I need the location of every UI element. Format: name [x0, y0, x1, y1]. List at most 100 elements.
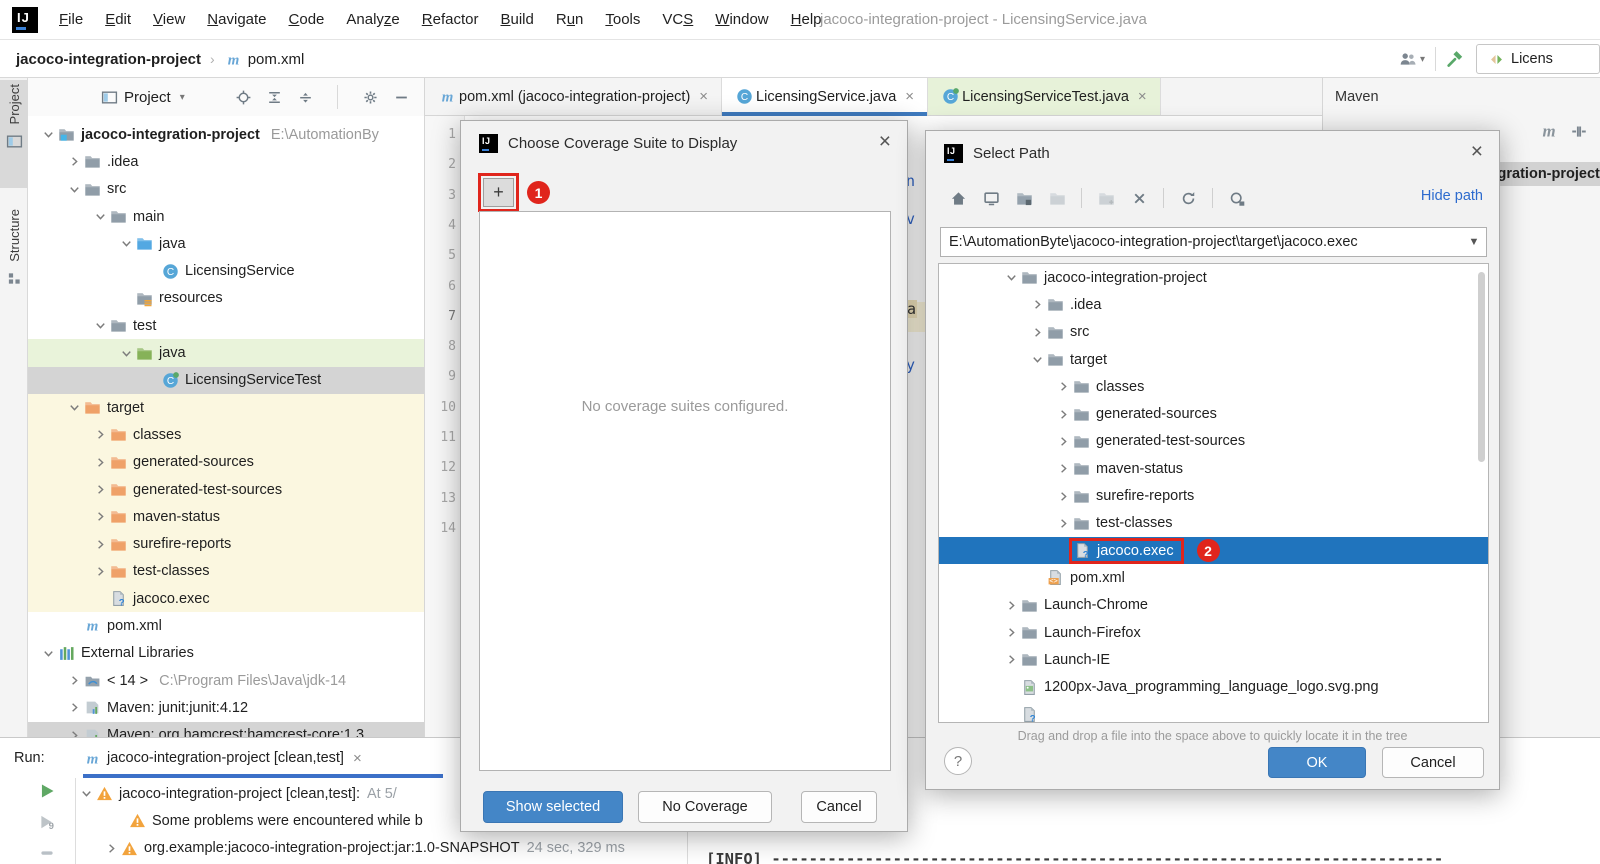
editor-tab[interactable]: m pom.xml (jacoco-integration-project) × [425, 78, 723, 115]
menu-item-edit[interactable]: Edit [94, 0, 142, 40]
locate-icon[interactable] [234, 88, 252, 106]
tree-row[interactable]: Launch-Chrome [939, 592, 1488, 619]
tree-row[interactable]: ? jacoco.exec [28, 585, 424, 613]
chevron-open-icon[interactable] [66, 400, 83, 415]
tree-row[interactable]: test-classes [28, 557, 424, 586]
tree-row[interactable]: src [28, 176, 424, 203]
maven-m-icon[interactable]: m [1540, 122, 1558, 141]
close-icon[interactable]: × [1138, 88, 1147, 105]
chevron-closed-icon[interactable] [1003, 652, 1020, 667]
tree-row[interactable]: Maven: junit:junit:4.12 [28, 694, 424, 721]
path-input[interactable] [941, 234, 1462, 250]
tree-row[interactable]: src [939, 319, 1488, 346]
chevron-open-icon[interactable] [66, 182, 83, 197]
run-tree-row[interactable]: org.example:jacoco-integration-project:j… [78, 835, 625, 862]
run-tab[interactable]: m jacoco-integration-project [clean,test… [83, 738, 362, 778]
tree-row[interactable]: maven-status [28, 503, 424, 531]
tree-row[interactable]: < 14 > C:\Program Files\Java\jdk-14 [28, 667, 424, 694]
menu-item-build[interactable]: Build [489, 0, 544, 40]
tree-row[interactable]: main [28, 203, 424, 230]
chevron-closed-icon[interactable] [1029, 297, 1046, 312]
chevron-closed-icon[interactable] [1003, 598, 1020, 613]
chevron-closed-icon[interactable] [66, 700, 83, 715]
tree-row[interactable]: target [28, 393, 424, 422]
split-icon[interactable] [1570, 122, 1588, 140]
hide-icon[interactable] [392, 88, 410, 106]
chevron-closed-icon[interactable] [92, 455, 109, 470]
tree-row[interactable]: ? jacoco.exec 2 [939, 536, 1488, 565]
breadcrumb-project[interactable]: jacoco-integration-project [16, 51, 201, 68]
settings-icon[interactable] [361, 88, 379, 106]
build-hammer-icon[interactable] [1446, 50, 1464, 68]
tree-row[interactable]: C LicensingService [28, 257, 424, 284]
chevron-closed-icon[interactable] [1055, 461, 1072, 476]
tree-row[interactable]: ? [939, 701, 1488, 722]
close-icon[interactable]: × [699, 88, 708, 105]
tree-row[interactable]: generated-sources [28, 448, 424, 476]
chevron-closed-icon[interactable] [66, 673, 83, 688]
chevron-open-icon[interactable] [1003, 270, 1020, 285]
tree-row[interactable]: test [28, 312, 424, 339]
editor-tab[interactable]: C LicensingService.java × [722, 78, 929, 116]
editor-tab[interactable]: C LicensingServiceTest.java × [928, 78, 1161, 115]
tree-row[interactable]: Maven: org.hamcrest:hamcrest-core:1.3 [28, 721, 424, 737]
chevron-closed-icon[interactable] [1055, 407, 1072, 422]
select-path-titlebar[interactable]: IJ Select Path × [926, 131, 1499, 175]
chevron-closed-icon[interactable] [66, 154, 83, 169]
cancel-button[interactable]: Cancel [1382, 747, 1484, 778]
coverage-suite-list[interactable]: No coverage suites configured. [479, 211, 891, 771]
run-config-selector[interactable]: Licens [1476, 44, 1600, 74]
menu-item-view[interactable]: View [142, 0, 196, 40]
new-folder-icon[interactable] [1015, 189, 1033, 207]
menu-item-window[interactable]: Window [704, 0, 779, 40]
chevron-closed-icon[interactable] [1055, 516, 1072, 531]
tree-row[interactable]: Launch-Firefox [939, 619, 1488, 646]
desktop-icon[interactable] [982, 189, 1000, 207]
menu-item-run[interactable]: Run [545, 0, 595, 40]
tree-row[interactable]: jacoco-integration-project [939, 264, 1488, 291]
tree-row[interactable]: C LicensingServiceTest [28, 366, 424, 394]
tool-stripe-structure[interactable]: Structure [0, 205, 28, 317]
chevron-open-icon[interactable] [118, 236, 135, 251]
menu-item-refactor[interactable]: Refactor [411, 0, 490, 40]
show-selected-button[interactable]: Show selected [483, 791, 623, 823]
menu-item-file[interactable]: File [48, 0, 94, 40]
chevron-open-icon[interactable] [92, 318, 109, 333]
close-icon[interactable]: × [1471, 141, 1483, 163]
hide-path-link[interactable]: Hide path [1421, 188, 1483, 204]
home-icon[interactable] [949, 189, 967, 207]
chevron-open-icon[interactable] [1029, 352, 1046, 367]
chevron-closed-icon[interactable] [92, 427, 109, 442]
chevron-closed-icon[interactable] [66, 728, 83, 737]
chevron-closed-icon[interactable] [92, 482, 109, 497]
path-combobox[interactable]: ▼ [940, 227, 1487, 257]
delete-icon[interactable] [1130, 189, 1148, 207]
help-button[interactable]: ? [944, 747, 972, 775]
close-icon[interactable]: × [905, 88, 914, 105]
users-icon[interactable] [1399, 50, 1417, 68]
no-coverage-button[interactable]: No Coverage [638, 791, 772, 823]
chevron-closed-icon[interactable] [92, 509, 109, 524]
chevron-open-icon[interactable] [118, 346, 135, 361]
chevron-down-icon[interactable]: ▼ [1462, 236, 1486, 248]
chevron-closed-icon[interactable] [1029, 325, 1046, 340]
chevron-closed-icon[interactable] [1055, 379, 1072, 394]
tree-row[interactable]: External Libraries [28, 640, 424, 667]
tree-row[interactable]: target [939, 346, 1488, 373]
tree-row[interactable]: .idea [939, 291, 1488, 318]
chevron-closed-icon[interactable] [1055, 489, 1072, 504]
refresh-icon[interactable] [1179, 189, 1197, 207]
tree-row[interactable]: generated-test-sources [939, 428, 1488, 455]
tree-row[interactable]: test-classes [939, 510, 1488, 537]
tree-row[interactable]: maven-status [939, 455, 1488, 482]
tree-row[interactable]: classes [28, 421, 424, 449]
tree-row[interactable]: jacoco-integration-project E:\AutomationB… [28, 121, 424, 148]
show-hidden-icon[interactable] [1228, 189, 1246, 207]
tree-row[interactable]: resources [28, 285, 424, 312]
collapse-all-icon[interactable] [265, 88, 283, 106]
tree-row[interactable]: .idea [28, 148, 424, 175]
tree-row[interactable]: classes [939, 373, 1488, 400]
scrollbar[interactable] [1478, 272, 1485, 462]
tree-row[interactable]: m pom.xml [28, 612, 424, 639]
chevron-closed-icon[interactable] [103, 841, 120, 856]
